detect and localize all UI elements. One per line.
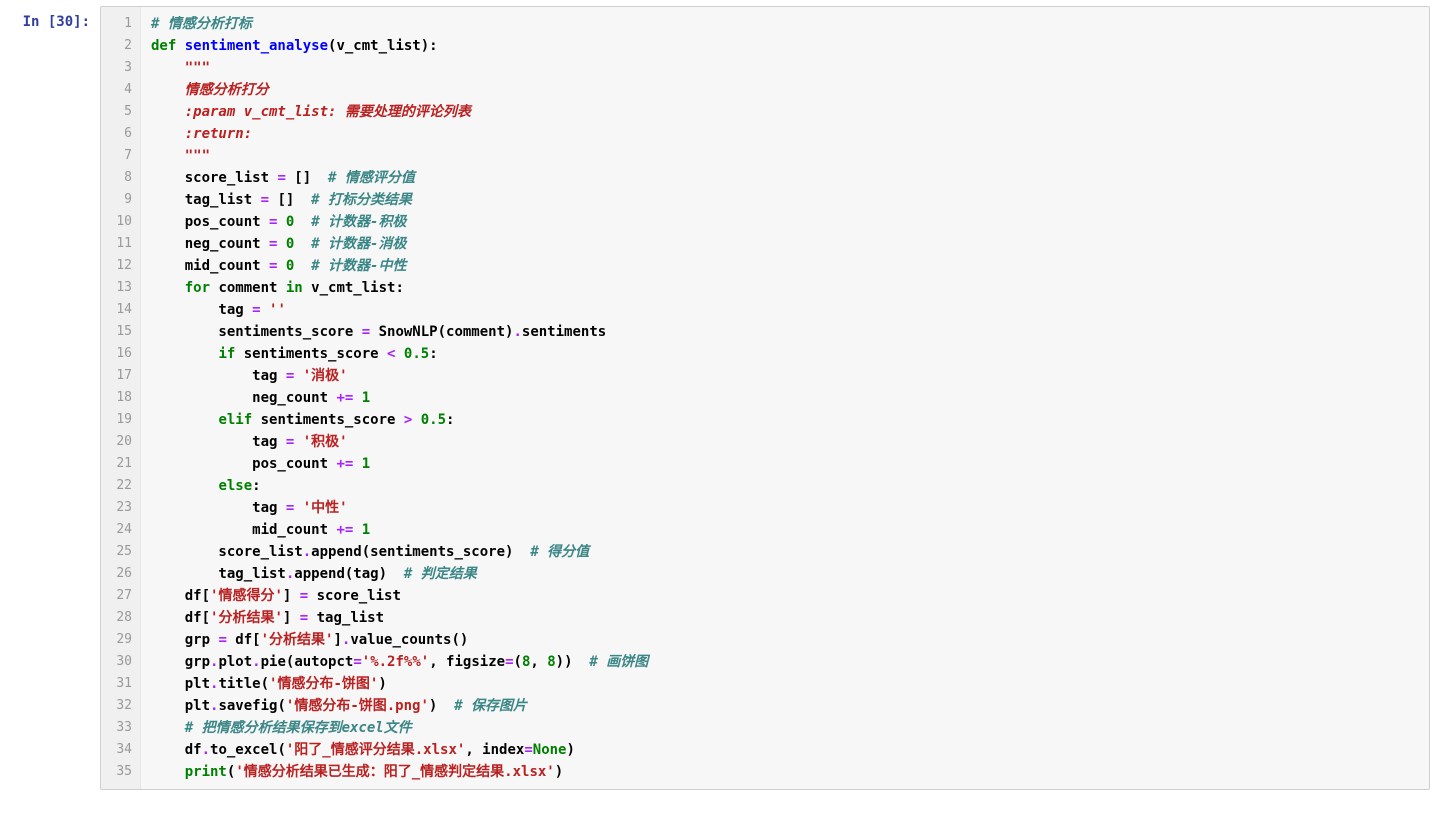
line-number: 13	[105, 277, 132, 299]
code-line[interactable]: neg_count = 0 # 计数器-消极	[151, 233, 1419, 255]
code-line[interactable]: """	[151, 57, 1419, 79]
line-number: 22	[105, 475, 132, 497]
line-number: 18	[105, 387, 132, 409]
line-number: 33	[105, 717, 132, 739]
code-line[interactable]: 情感分析打分	[151, 79, 1419, 101]
code-line[interactable]: neg_count += 1	[151, 387, 1419, 409]
line-number: 29	[105, 629, 132, 651]
line-number: 26	[105, 563, 132, 585]
code-line[interactable]: plt.title('情感分布-饼图')	[151, 673, 1419, 695]
code-line[interactable]: for comment in v_cmt_list:	[151, 277, 1419, 299]
code-line[interactable]: pos_count = 0 # 计数器-积极	[151, 211, 1419, 233]
code-line[interactable]: elif sentiments_score > 0.5:	[151, 409, 1419, 431]
code-line[interactable]: def sentiment_analyse(v_cmt_list):	[151, 35, 1419, 57]
code-line[interactable]: sentiments_score = SnowNLP(comment).sent…	[151, 321, 1419, 343]
code-line[interactable]: plt.savefig('情感分布-饼图.png') # 保存图片	[151, 695, 1419, 717]
code-line[interactable]: :return:	[151, 123, 1419, 145]
line-number-gutter: 1234567891011121314151617181920212223242…	[101, 7, 141, 789]
code-line[interactable]: score_list.append(sentiments_score) # 得分…	[151, 541, 1419, 563]
code-line[interactable]: grp = df['分析结果'].value_counts()	[151, 629, 1419, 651]
line-number: 10	[105, 211, 132, 233]
code-line[interactable]: tag = '中性'	[151, 497, 1419, 519]
line-number: 32	[105, 695, 132, 717]
line-number: 27	[105, 585, 132, 607]
code-line[interactable]: mid_count += 1	[151, 519, 1419, 541]
code-line[interactable]: tag = '消极'	[151, 365, 1419, 387]
line-number: 24	[105, 519, 132, 541]
code-line[interactable]: df.to_excel('阳了_情感评分结果.xlsx', index=None…	[151, 739, 1419, 761]
code-line[interactable]: :param v_cmt_list: 需要处理的评论列表	[151, 101, 1419, 123]
line-number: 25	[105, 541, 132, 563]
code-line[interactable]: df['情感得分'] = score_list	[151, 585, 1419, 607]
line-number: 15	[105, 321, 132, 343]
line-number: 12	[105, 255, 132, 277]
line-number: 9	[105, 189, 132, 211]
line-number: 7	[105, 145, 132, 167]
code-editor[interactable]: # 情感分析打标def sentiment_analyse(v_cmt_list…	[141, 7, 1429, 789]
code-line[interactable]: pos_count += 1	[151, 453, 1419, 475]
code-line[interactable]: grp.plot.pie(autopct='%.2f%%', figsize=(…	[151, 651, 1419, 673]
code-line[interactable]: # 把情感分析结果保存到excel文件	[151, 717, 1419, 739]
code-line[interactable]: mid_count = 0 # 计数器-中性	[151, 255, 1419, 277]
line-number: 11	[105, 233, 132, 255]
line-number: 17	[105, 365, 132, 387]
code-line[interactable]: tag = ''	[151, 299, 1419, 321]
line-number: 1	[105, 13, 132, 35]
code-line[interactable]: df['分析结果'] = tag_list	[151, 607, 1419, 629]
code-line[interactable]: # 情感分析打标	[151, 13, 1419, 35]
code-line[interactable]: tag = '积极'	[151, 431, 1419, 453]
line-number: 21	[105, 453, 132, 475]
line-number: 5	[105, 101, 132, 123]
line-number: 2	[105, 35, 132, 57]
code-line[interactable]: print('情感分析结果已生成：阳了_情感判定结果.xlsx')	[151, 761, 1419, 783]
code-line[interactable]: else:	[151, 475, 1419, 497]
code-line[interactable]: score_list = [] # 情感评分值	[151, 167, 1419, 189]
code-line[interactable]: if sentiments_score < 0.5:	[151, 343, 1419, 365]
line-number: 8	[105, 167, 132, 189]
line-number: 34	[105, 739, 132, 761]
line-number: 14	[105, 299, 132, 321]
line-number: 3	[105, 57, 132, 79]
code-line[interactable]: """	[151, 145, 1419, 167]
line-number: 23	[105, 497, 132, 519]
line-number: 19	[105, 409, 132, 431]
line-number: 20	[105, 431, 132, 453]
line-number: 35	[105, 761, 132, 783]
code-line[interactable]: tag_list = [] # 打标分类结果	[151, 189, 1419, 211]
line-number: 6	[105, 123, 132, 145]
input-area[interactable]: 1234567891011121314151617181920212223242…	[100, 6, 1430, 790]
line-number: 30	[105, 651, 132, 673]
line-number: 16	[105, 343, 132, 365]
line-number: 31	[105, 673, 132, 695]
line-number: 4	[105, 79, 132, 101]
line-number: 28	[105, 607, 132, 629]
input-prompt: In [30]:	[0, 6, 100, 30]
code-line[interactable]: tag_list.append(tag) # 判定结果	[151, 563, 1419, 585]
code-cell: In [30]: 1234567891011121314151617181920…	[0, 6, 1440, 790]
